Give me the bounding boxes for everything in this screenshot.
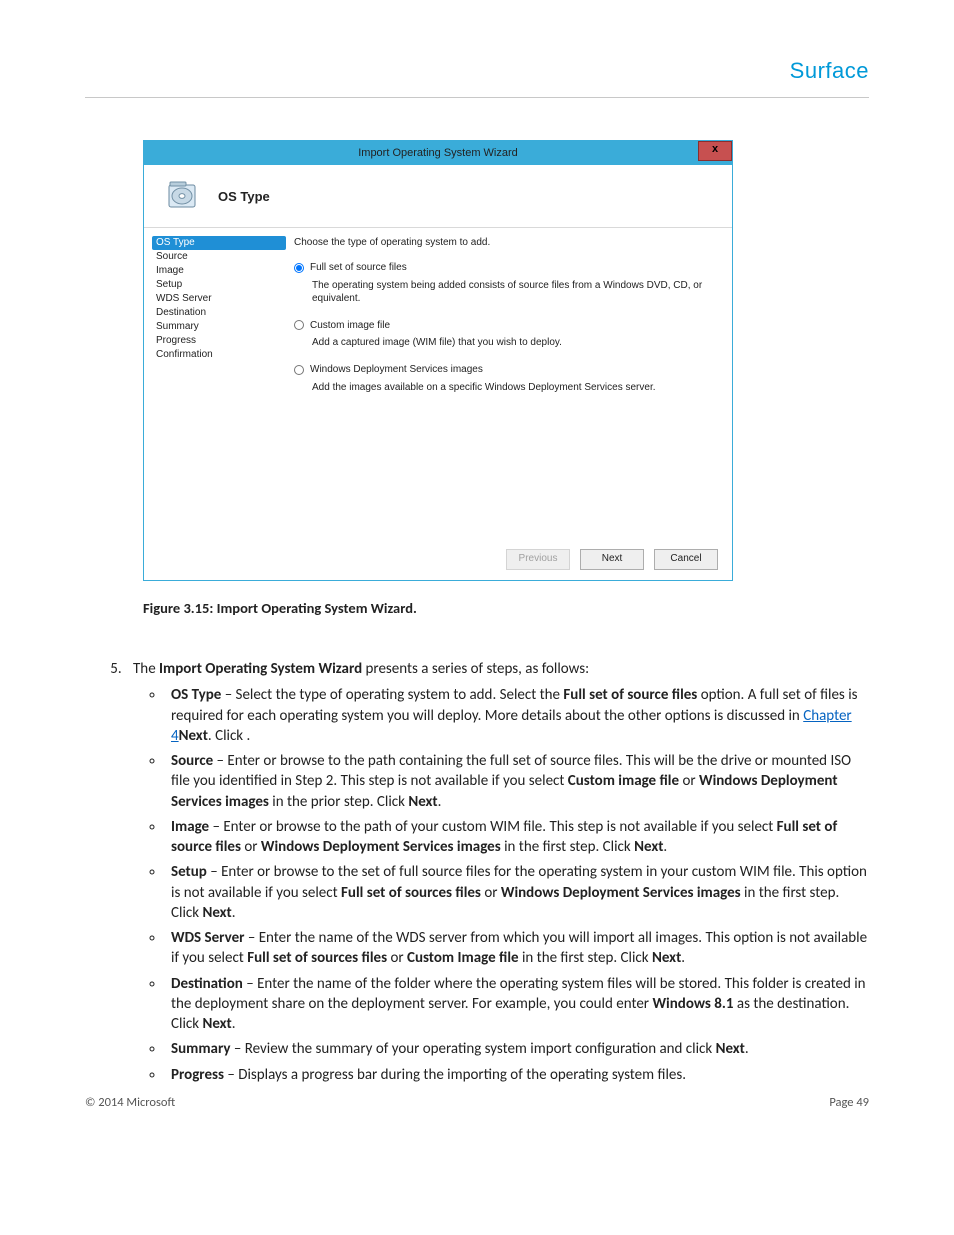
nav-item[interactable]: OS Type — [152, 236, 286, 250]
radio-option: Custom image file Add a captured image (W… — [294, 319, 718, 350]
nav-item[interactable]: Setup — [152, 278, 286, 292]
content-prompt: Choose the type of operating system to a… — [294, 236, 718, 249]
radio-label[interactable]: Custom image file — [294, 319, 390, 332]
radio-text: Custom image file — [310, 319, 390, 332]
disc-icon — [166, 179, 200, 213]
radio-input[interactable] — [294, 365, 304, 375]
bullet-item: WDS Server – Enter the name of the WDS s… — [165, 928, 869, 969]
titlebar[interactable]: Import Operating System Wizard x — [144, 141, 732, 165]
intro-text: The Import Operating System Wizard prese… — [133, 660, 589, 678]
bullet-item: Setup – Enter or browse to the set of fu… — [165, 862, 869, 923]
cancel-button[interactable]: Cancel — [654, 549, 718, 570]
nav-item[interactable]: Summary — [152, 320, 286, 334]
wizard-buttons: Previous Next Cancel — [506, 549, 718, 570]
step-list: The Import Operating System Wizard prese… — [85, 659, 869, 1085]
figure-caption: Figure 3.15: Import Operating System Wiz… — [143, 599, 733, 617]
footer-left: © 2014 Microsoft — [85, 1095, 175, 1110]
nav-item[interactable]: Destination — [152, 306, 286, 320]
wizard-header: OS Type — [144, 165, 732, 228]
wizard-nav: OS TypeSourceImageSetupWDS ServerDestina… — [144, 228, 286, 580]
wizard-window: Import Operating System Wizard x OS Type… — [143, 140, 733, 581]
radio-input[interactable] — [294, 263, 304, 273]
radio-label[interactable]: Windows Deployment Services images — [294, 363, 483, 376]
bullet-item: Image – Enter or browse to the path of y… — [165, 817, 869, 858]
nav-item[interactable]: Source — [152, 250, 286, 264]
nav-item[interactable]: Confirmation — [152, 348, 286, 362]
radio-description: Add the images available on a specific W… — [312, 381, 718, 394]
nav-item[interactable]: WDS Server — [152, 292, 286, 306]
close-button[interactable]: x — [698, 141, 732, 161]
wizard-content: Choose the type of operating system to a… — [286, 228, 732, 580]
bullet-item: Source – Enter or browse to the path con… — [165, 751, 869, 812]
bullet-list: OS Type – Select the type of operating s… — [133, 685, 869, 1085]
radio-text: Full set of source files — [310, 261, 407, 274]
radio-description: The operating system being added consist… — [312, 279, 718, 305]
radio-option: Windows Deployment Services images Add th… — [294, 363, 718, 394]
bullet-item: Progress – Displays a progress bar durin… — [165, 1065, 869, 1085]
bullet-item: Summary – Review the summary of your ope… — [165, 1039, 869, 1059]
radio-option: Full set of source files The operating sy… — [294, 261, 718, 305]
footer-right: Page 49 — [829, 1095, 869, 1110]
page-footer: © 2014 Microsoft Page 49 — [85, 1095, 869, 1110]
brand-logo: Surface — [790, 58, 869, 84]
divider — [85, 97, 869, 98]
radio-text: Windows Deployment Services images — [310, 363, 483, 376]
radio-input[interactable] — [294, 320, 304, 330]
nav-item[interactable]: Image — [152, 264, 286, 278]
wizard-step-title: OS Type — [218, 189, 270, 204]
window-title: Import Operating System Wizard — [358, 147, 518, 159]
nav-item[interactable]: Progress — [152, 334, 286, 348]
previous-button: Previous — [506, 549, 570, 570]
radio-label[interactable]: Full set of source files — [294, 261, 407, 274]
bullet-item: OS Type – Select the type of operating s… — [165, 685, 869, 746]
next-button[interactable]: Next — [580, 549, 644, 570]
list-item: The Import Operating System Wizard prese… — [125, 659, 869, 1085]
bullet-item: Destination – Enter the name of the fold… — [165, 974, 869, 1035]
radio-description: Add a captured image (WIM file) that you… — [312, 336, 718, 349]
